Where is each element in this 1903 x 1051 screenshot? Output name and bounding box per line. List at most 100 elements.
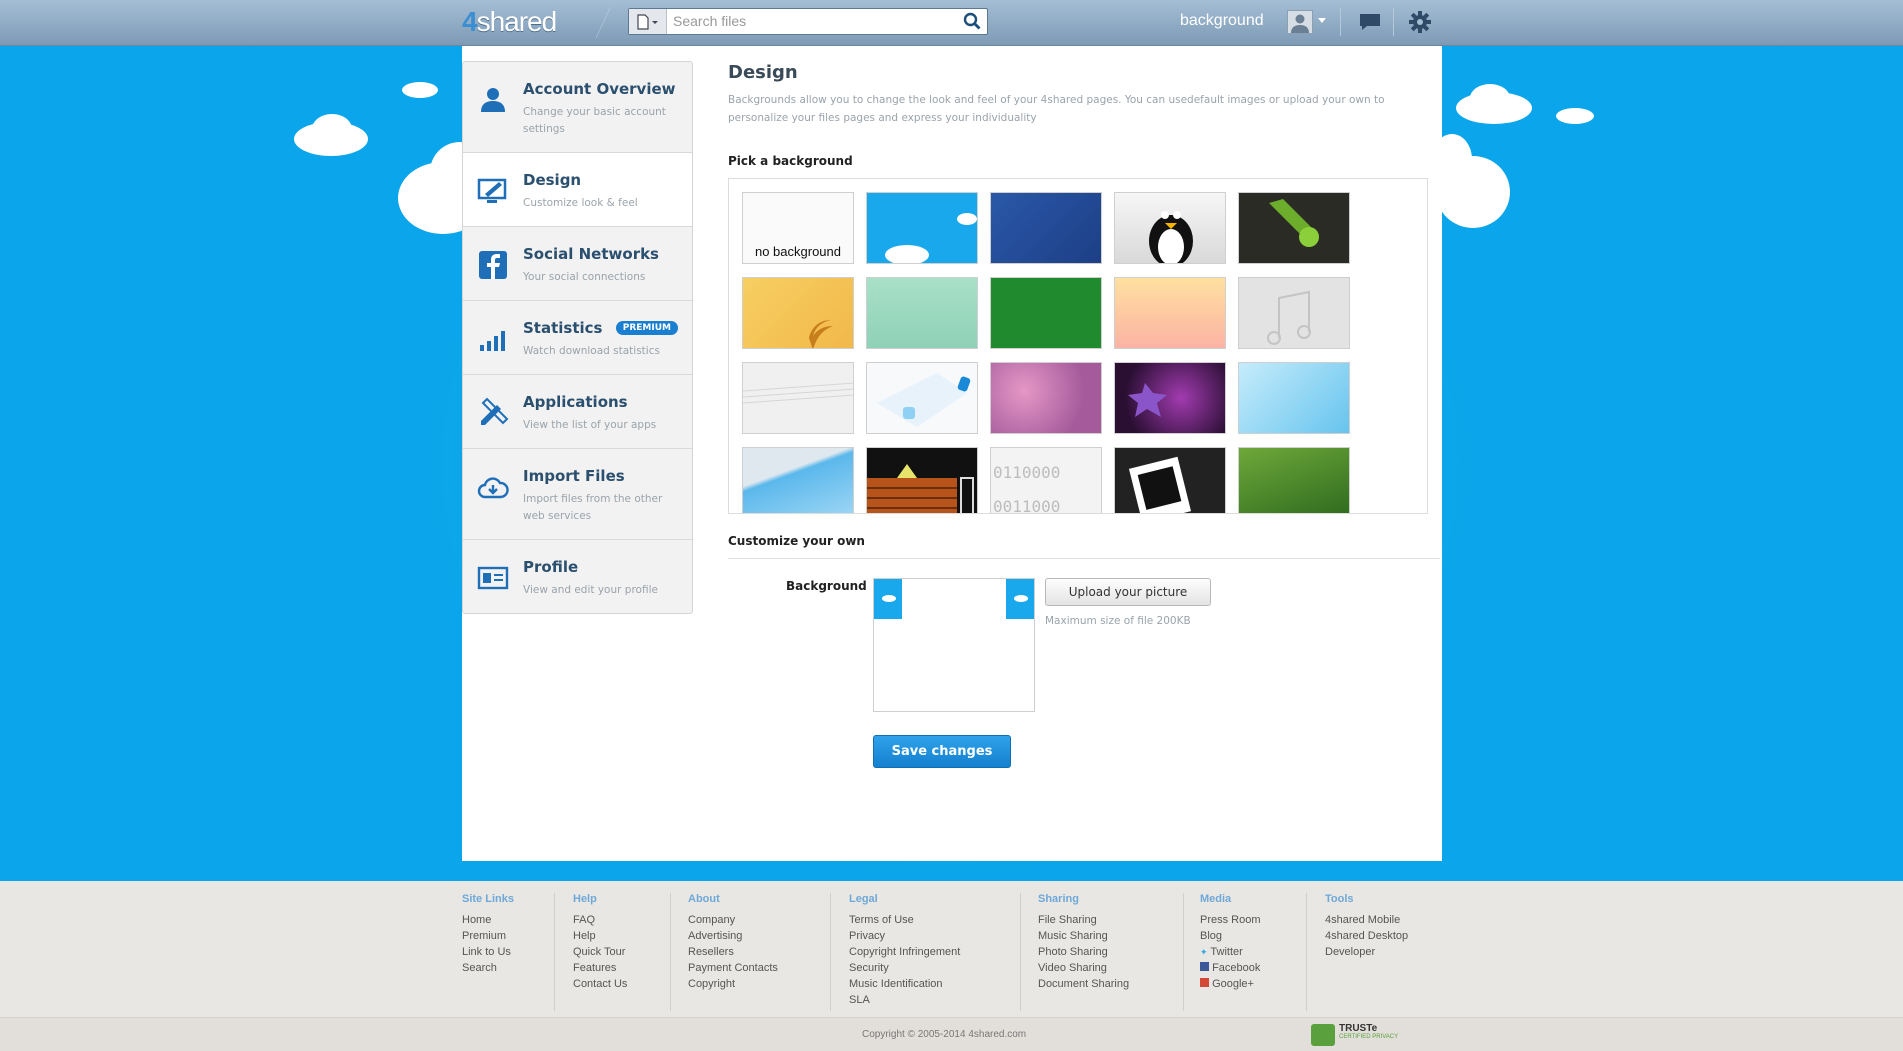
cloud-import-icon — [477, 477, 509, 499]
footer-heading: About — [688, 893, 720, 905]
bg-thumb-blue-abstract[interactable] — [990, 192, 1102, 264]
bg-thumb-none[interactable]: no background — [742, 192, 854, 264]
settings-sidebar: Account Overview Change your basic accou… — [462, 61, 693, 614]
chevron-down-icon[interactable] — [1318, 18, 1326, 23]
footer-link[interactable]: SLA — [849, 992, 960, 1008]
footer-link-facebook[interactable]: Facebook — [1200, 960, 1261, 976]
sidebar-item-profile[interactable]: Profile View and edit your profile — [463, 540, 692, 613]
sidebar-item-title: Applications — [523, 393, 628, 411]
bg-thumb-purple-star[interactable] — [1114, 362, 1226, 434]
pick-background-title: Pick a background — [728, 154, 853, 168]
footer-link[interactable]: Developer — [1325, 944, 1408, 960]
sidebar-item-subtitle: Change your basic account settings — [523, 106, 666, 135]
upload-picture-button[interactable]: Upload your picture — [1045, 578, 1211, 606]
truste-sublabel: CERTIFIED PRIVACY — [1339, 1034, 1399, 1040]
footer-link[interactable]: Blog — [1200, 928, 1261, 944]
pencil-ruler-icon — [481, 397, 509, 425]
file-type-dropdown[interactable] — [629, 9, 667, 34]
footer-link[interactable]: Video Sharing — [1038, 960, 1129, 976]
google-plus-icon — [1200, 978, 1209, 987]
bg-thumb-green-pattern[interactable] — [990, 277, 1102, 349]
avatar[interactable] — [1287, 10, 1313, 34]
save-changes-button[interactable]: Save changes — [873, 735, 1011, 768]
footer-link[interactable]: Search — [462, 960, 514, 976]
sidebar-item-statistics[interactable]: Statistics Watch download statistics PRE… — [463, 301, 692, 375]
sidebar-item-account-overview[interactable]: Account Overview Change your basic accou… — [463, 62, 692, 153]
svg-text:0110000: 0110000 — [993, 463, 1060, 482]
footer-link[interactable]: Help — [573, 928, 627, 944]
gear-icon[interactable] — [1408, 10, 1432, 34]
footer-link[interactable]: Music Sharing — [1038, 928, 1129, 944]
footer-link[interactable]: 4shared Mobile — [1325, 912, 1408, 928]
premium-badge: PREMIUM — [615, 321, 678, 335]
truste-logo-icon — [1311, 1024, 1335, 1046]
truste-badge[interactable]: TRUSTe CERTIFIED PRIVACY — [1311, 1023, 1398, 1047]
footer-link[interactable]: Copyright Infringement — [849, 944, 960, 960]
bg-thumb-music-notes[interactable] — [1238, 277, 1350, 349]
divider — [1020, 893, 1021, 1011]
bg-thumb-bricks[interactable] — [866, 447, 978, 513]
footer-link[interactable]: Terms of Use — [849, 912, 960, 928]
footer-link[interactable]: FAQ — [573, 912, 627, 928]
bg-thumb-polaroids[interactable] — [1114, 447, 1226, 513]
footer-link-label: Twitter — [1210, 946, 1243, 958]
sidebar-item-applications[interactable]: Applications View the list of your apps — [463, 375, 692, 449]
bg-thumb-peach[interactable] — [1114, 277, 1226, 349]
footer-link[interactable]: Advertising — [688, 928, 778, 944]
bg-thumb-sky[interactable] — [866, 192, 978, 264]
sidebar-item-design[interactable]: Design Customize look & feel — [463, 153, 692, 227]
footer-link[interactable]: Music Identification — [849, 976, 960, 992]
sidebar-item-title: Social Networks — [523, 245, 659, 263]
footer-link[interactable]: Photo Sharing — [1038, 944, 1129, 960]
footer-heading: Help — [573, 893, 597, 905]
bg-thumb-sheet-music[interactable] — [742, 362, 854, 434]
monitor-brush-icon — [477, 178, 507, 203]
username[interactable]: background — [1180, 12, 1264, 30]
page-description: Backgrounds allow you to change the look… — [728, 94, 1385, 124]
footer-link[interactable]: Press Room — [1200, 912, 1261, 928]
footer-link[interactable]: Quick Tour — [573, 944, 627, 960]
footer-link-twitter[interactable]: ✦ Twitter — [1200, 944, 1261, 960]
bg-thumb-palm[interactable] — [742, 277, 854, 349]
footer-link[interactable]: Home — [462, 912, 514, 928]
footer-heading: Tools — [1325, 893, 1354, 905]
footer-link[interactable]: Payment Contacts — [688, 960, 778, 976]
footer-link[interactable]: Premium — [462, 928, 514, 944]
bg-thumb-light-blue[interactable] — [1238, 362, 1350, 434]
footer-column-site-links: Site Links Home Premium Link to Us Searc… — [462, 893, 514, 976]
footer-link[interactable]: Privacy — [849, 928, 960, 944]
sidebar-item-subtitle: Import files from the other web services — [523, 493, 663, 522]
messages-icon[interactable] — [1358, 12, 1382, 32]
footer-link[interactable]: Security — [849, 960, 960, 976]
footer-link[interactable]: Company — [688, 912, 778, 928]
footer-link[interactable]: Document Sharing — [1038, 976, 1129, 992]
footer-heading: Media — [1200, 893, 1232, 905]
bg-thumb-leaf[interactable] — [1238, 192, 1350, 264]
sidebar-item-social-networks[interactable]: Social Networks Your social connections — [463, 227, 692, 301]
footer: Site Links Home Premium Link to Us Searc… — [0, 881, 1903, 1017]
footer-link[interactable]: Link to Us — [462, 944, 514, 960]
bg-thumb-forest[interactable] — [1238, 447, 1350, 513]
bg-thumb-penguin[interactable] — [1114, 192, 1226, 264]
footer-link[interactable]: Copyright — [688, 976, 778, 992]
file-icon — [637, 14, 658, 30]
logo-four: 4 — [462, 6, 478, 37]
sidebar-item-subtitle: View the list of your apps — [523, 419, 657, 431]
bg-thumb-mint[interactable] — [866, 277, 978, 349]
search-input[interactable] — [673, 11, 943, 31]
search-icon[interactable] — [963, 12, 981, 30]
bg-thumb-pink-bokeh[interactable] — [990, 362, 1102, 434]
footer-link[interactable]: Contact Us — [573, 976, 627, 992]
footer-link[interactable]: 4shared Desktop — [1325, 928, 1408, 944]
footer-link-google-plus[interactable]: Google+ — [1200, 976, 1261, 992]
svg-text:0011000: 0011000 — [993, 497, 1060, 514]
footer-bottom-bar: Copyright © 2005-2014 4shared.com TRUSTe… — [0, 1017, 1903, 1051]
footer-link[interactable]: Resellers — [688, 944, 778, 960]
bg-thumb-blue-wave[interactable] — [742, 447, 854, 513]
sidebar-item-import-files[interactable]: Import Files Import files from the other… — [463, 449, 692, 540]
bg-thumb-binary[interactable]: 0110000 0011000 — [990, 447, 1102, 514]
footer-link[interactable]: File Sharing — [1038, 912, 1129, 928]
footer-link[interactable]: Features — [573, 960, 627, 976]
bg-thumb-3d-glasses[interactable] — [866, 362, 978, 434]
site-logo[interactable]: 4shared — [462, 6, 557, 38]
